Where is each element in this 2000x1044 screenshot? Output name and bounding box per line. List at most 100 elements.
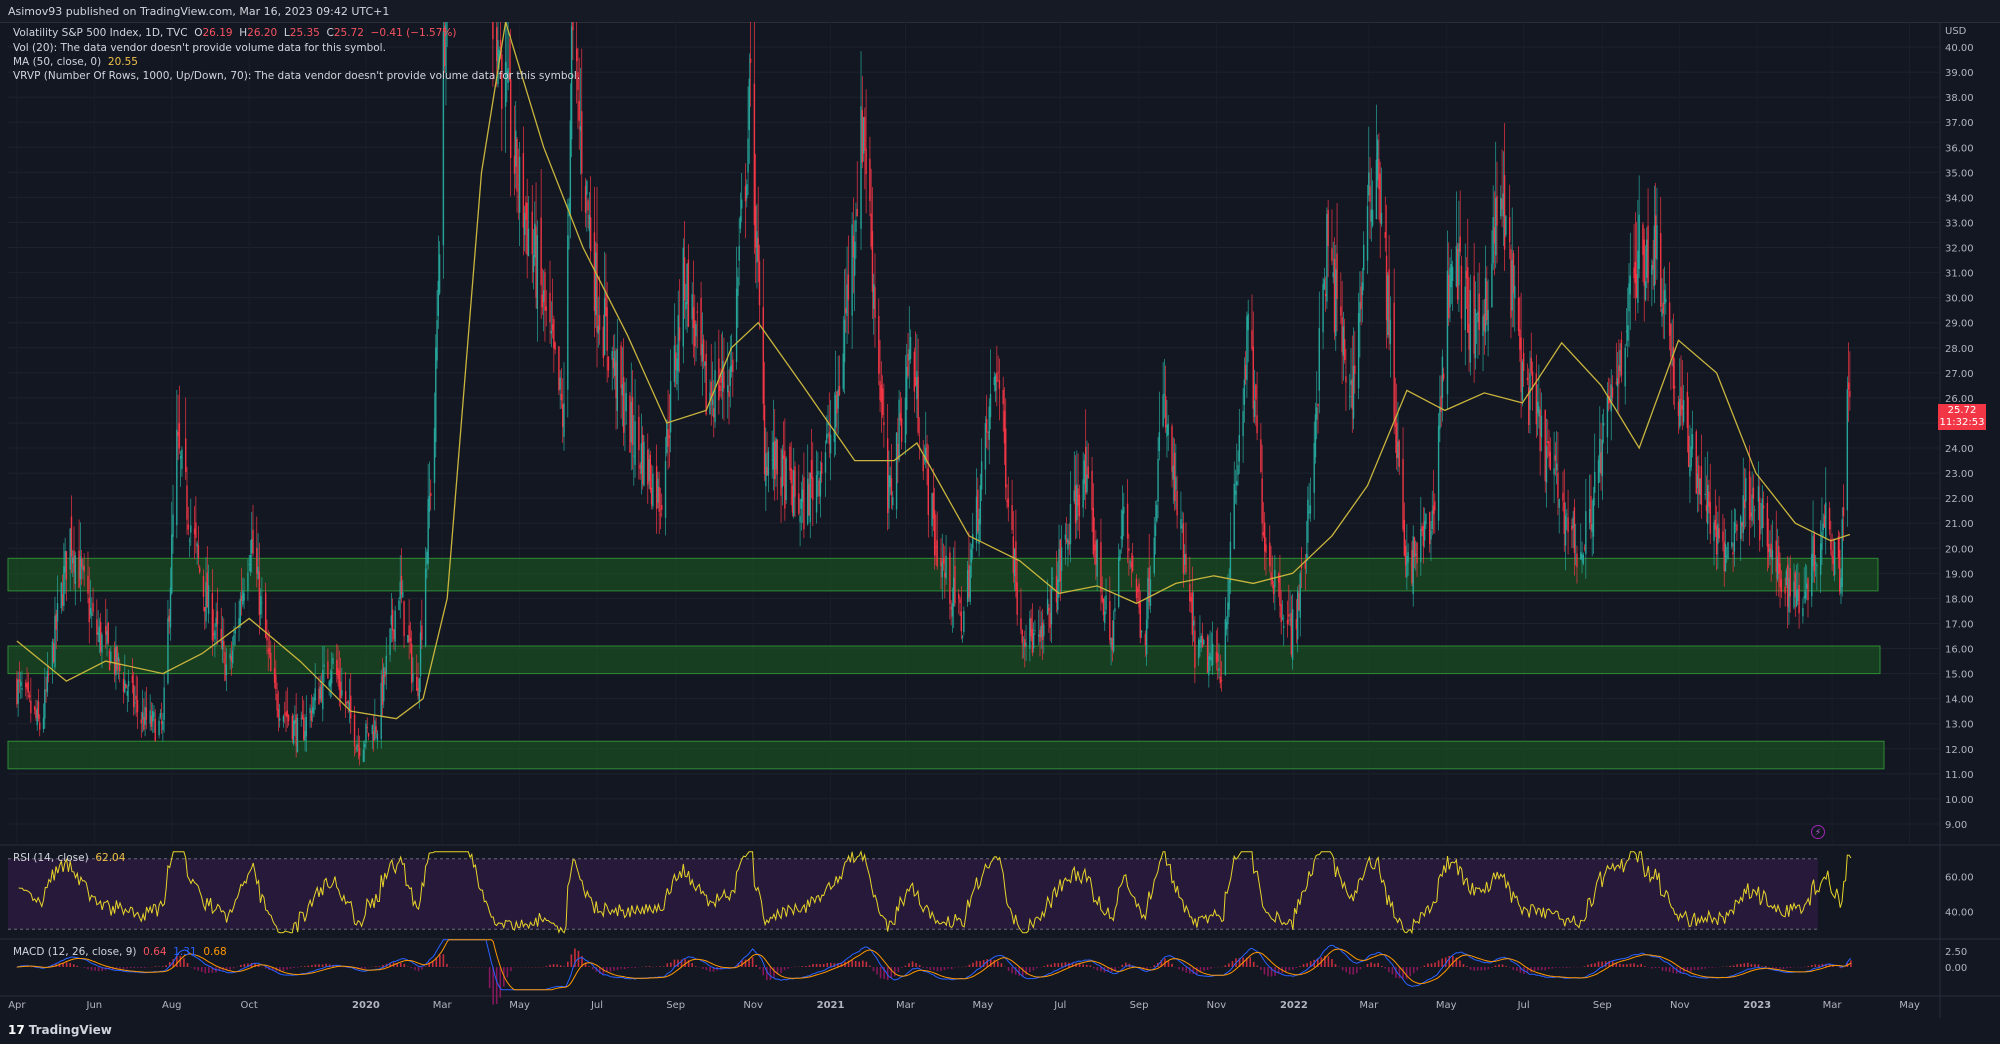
candle-body bbox=[504, 61, 507, 107]
candle-body bbox=[888, 475, 890, 509]
macd-histogram-bar bbox=[893, 967, 896, 977]
candle-body bbox=[1839, 549, 1841, 592]
candle-body bbox=[1718, 528, 1720, 539]
candle-body bbox=[1322, 284, 1324, 333]
candle-body bbox=[1333, 258, 1336, 333]
candle-body bbox=[278, 718, 281, 721]
candle-body bbox=[534, 223, 536, 258]
price-chart[interactable]: USD 9.00 10.00 11.00 12.00 13.00 14.00 15.00 16.… bbox=[0, 22, 2000, 1018]
candle-body bbox=[1121, 510, 1124, 540]
macd-histogram-bar bbox=[293, 967, 295, 969]
candle-body bbox=[1468, 323, 1470, 350]
candle-body bbox=[1046, 599, 1049, 615]
candle-body bbox=[606, 307, 608, 351]
macd-histogram-bar bbox=[1540, 967, 1543, 971]
candle-body bbox=[1229, 541, 1232, 583]
candle-body bbox=[1700, 466, 1703, 505]
candle-body bbox=[607, 356, 610, 371]
macd-histogram-bar bbox=[1515, 967, 1518, 971]
macd-histogram-bar bbox=[630, 967, 633, 968]
candle-body bbox=[917, 376, 919, 433]
y-tick-label: 34.00 bbox=[1945, 193, 1974, 204]
candle-body bbox=[834, 395, 837, 428]
candle-body bbox=[1514, 285, 1516, 299]
candle-body bbox=[1164, 395, 1167, 428]
macd-histogram-bar bbox=[1388, 967, 1390, 973]
candle-body bbox=[819, 471, 822, 497]
candle-body bbox=[438, 254, 441, 294]
candle-body bbox=[1723, 541, 1725, 572]
candle-body bbox=[1743, 499, 1746, 509]
macd-histogram-bar bbox=[1810, 965, 1813, 967]
candle-body bbox=[1012, 536, 1015, 574]
macd-histogram-bar bbox=[83, 967, 86, 968]
candle-body bbox=[292, 720, 295, 744]
candle-body bbox=[1822, 523, 1824, 531]
candle-body bbox=[1722, 531, 1724, 542]
candle-body bbox=[1611, 387, 1614, 398]
macd-histogram-bar bbox=[1807, 966, 1810, 967]
macd-histogram-bar bbox=[673, 959, 676, 967]
candle-body bbox=[818, 480, 820, 496]
macd-histogram-bar bbox=[499, 967, 502, 998]
candle-body bbox=[1289, 619, 1291, 621]
candle-body bbox=[657, 478, 659, 503]
candle-body bbox=[1192, 620, 1195, 626]
candle-body bbox=[1389, 319, 1392, 345]
macd-histogram-bar bbox=[634, 967, 637, 969]
macd-histogram-bar bbox=[1761, 966, 1763, 967]
lightning-icon[interactable]: ⚡ bbox=[1811, 825, 1825, 839]
macd-histogram-bar bbox=[1398, 967, 1401, 979]
candle-body bbox=[1402, 459, 1404, 530]
candle-body bbox=[215, 617, 217, 627]
macd-histogram-bar bbox=[1466, 966, 1468, 967]
candle-body bbox=[1653, 225, 1656, 286]
candle-body bbox=[701, 343, 704, 362]
candle-body bbox=[1411, 550, 1413, 584]
candle-body bbox=[1058, 548, 1060, 582]
candle-body bbox=[696, 311, 698, 313]
candle-body bbox=[1167, 423, 1169, 435]
macd-histogram-bar bbox=[1011, 967, 1013, 974]
candle-body bbox=[61, 594, 64, 606]
candle-body bbox=[1280, 604, 1282, 623]
candle-body bbox=[803, 477, 805, 530]
candle-body bbox=[1111, 638, 1114, 651]
candle-body bbox=[332, 658, 334, 665]
candle-body bbox=[1299, 573, 1301, 618]
candle-body bbox=[1067, 538, 1069, 550]
candle-body bbox=[650, 487, 653, 505]
candle-body bbox=[1092, 507, 1095, 555]
macd-histogram-bar bbox=[1036, 967, 1038, 969]
macd-histogram-bar bbox=[1732, 965, 1735, 967]
candle-body bbox=[959, 599, 961, 604]
candle-body bbox=[362, 749, 365, 762]
candle-body bbox=[639, 464, 641, 469]
macd-histogram-bar bbox=[773, 967, 775, 978]
candle-body bbox=[1255, 384, 1257, 400]
candle-body bbox=[525, 202, 527, 220]
tradingview-logo[interactable]: 17 TradingView bbox=[8, 1023, 112, 1037]
macd-line-value: 1.31 bbox=[173, 946, 197, 958]
y-tick-label: 32.00 bbox=[1945, 244, 1974, 255]
candle-body bbox=[549, 292, 551, 323]
candle-body bbox=[355, 747, 357, 749]
candle-body bbox=[1261, 478, 1263, 524]
candle-body bbox=[1828, 507, 1831, 530]
macd-histogram-bar bbox=[1700, 967, 1703, 970]
candle-body bbox=[47, 673, 50, 676]
macd-histogram-bar bbox=[666, 963, 669, 967]
macd-histogram-bar bbox=[559, 965, 562, 967]
y-tick-label: 14.00 bbox=[1945, 695, 1974, 706]
candle-body bbox=[1105, 595, 1107, 610]
candle-body bbox=[1396, 422, 1398, 459]
candle-body bbox=[878, 315, 880, 374]
candle-body bbox=[1505, 216, 1507, 235]
macd-histogram-bar bbox=[1046, 964, 1049, 967]
candle-body bbox=[1185, 553, 1187, 573]
candle-body bbox=[365, 723, 367, 744]
macd-histogram-bar bbox=[1356, 967, 1358, 974]
macd-histogram-bar bbox=[1668, 967, 1671, 972]
candle-body bbox=[810, 460, 813, 480]
candle-body bbox=[346, 701, 348, 704]
